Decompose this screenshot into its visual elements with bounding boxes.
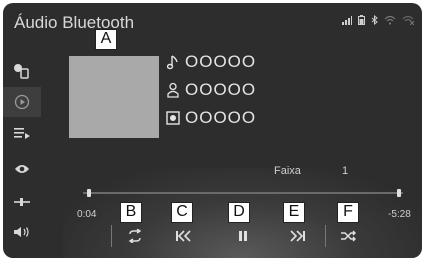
sidebar-item-source[interactable]: [3, 56, 41, 86]
artist-row: OOOOO: [165, 80, 257, 99]
signal-icon: [342, 15, 352, 25]
callout-b: B: [120, 202, 142, 223]
wifi-icon: [384, 15, 396, 25]
song-title: OOOOO: [185, 52, 257, 71]
pause-icon: [239, 231, 247, 241]
battery-icon: [358, 15, 365, 25]
source-phone-icon: [14, 64, 29, 79]
artist-icon: [165, 82, 181, 98]
shuffle-button[interactable]: [335, 224, 363, 248]
repeat-icon: [128, 229, 142, 243]
bluetooth-icon: [371, 15, 378, 25]
volume-icon: [14, 227, 29, 237]
play-circle-icon: [14, 94, 30, 110]
music-note-icon: [165, 54, 181, 70]
sound-settings-icon: [14, 198, 30, 206]
callout-c: C: [171, 202, 193, 223]
callout-e: E: [283, 202, 305, 223]
progress-thumb[interactable]: [86, 189, 91, 197]
playlist-icon: [14, 128, 30, 139]
album-disc-icon: [165, 111, 181, 125]
progress-end-marker: [397, 189, 401, 197]
shuffle-icon: [341, 230, 356, 242]
artist-name: OOOOO: [185, 80, 257, 99]
callout-a: A: [95, 29, 117, 50]
eye-icon: [15, 165, 29, 173]
sidebar-item-volume[interactable]: [3, 217, 41, 247]
head-unit-screen: Áudio Bluetooth OOOOO OOOOO OOOOO Faixa …: [3, 3, 422, 258]
remaining-time: -5:28: [388, 209, 411, 220]
track-label: Faixa: [274, 165, 301, 177]
progress-bar[interactable]: [83, 192, 403, 194]
next-icon: [290, 230, 305, 242]
callout-d: D: [228, 202, 250, 223]
callout-f: F: [337, 202, 359, 223]
sidebar-item-view[interactable]: [3, 154, 41, 184]
status-bar: [342, 15, 414, 25]
sidebar-item-now-playing[interactable]: [3, 87, 41, 117]
no-signal-icon: [402, 15, 414, 25]
album-art: [69, 56, 159, 138]
control-divider: [111, 225, 112, 247]
control-divider: [325, 225, 326, 247]
track-number: 1: [342, 165, 349, 177]
repeat-button[interactable]: [121, 224, 149, 248]
sidebar-item-playlist[interactable]: [3, 118, 41, 148]
album-name: OOOOO: [185, 108, 257, 127]
sidebar-item-sound-settings[interactable]: [3, 187, 41, 217]
next-button[interactable]: [284, 224, 312, 248]
previous-icon: [176, 230, 191, 242]
pause-button[interactable]: [229, 224, 257, 248]
song-row: OOOOO: [165, 52, 257, 71]
album-row: OOOOO: [165, 108, 257, 127]
elapsed-time: 0:04: [77, 209, 97, 220]
previous-button[interactable]: [169, 224, 197, 248]
